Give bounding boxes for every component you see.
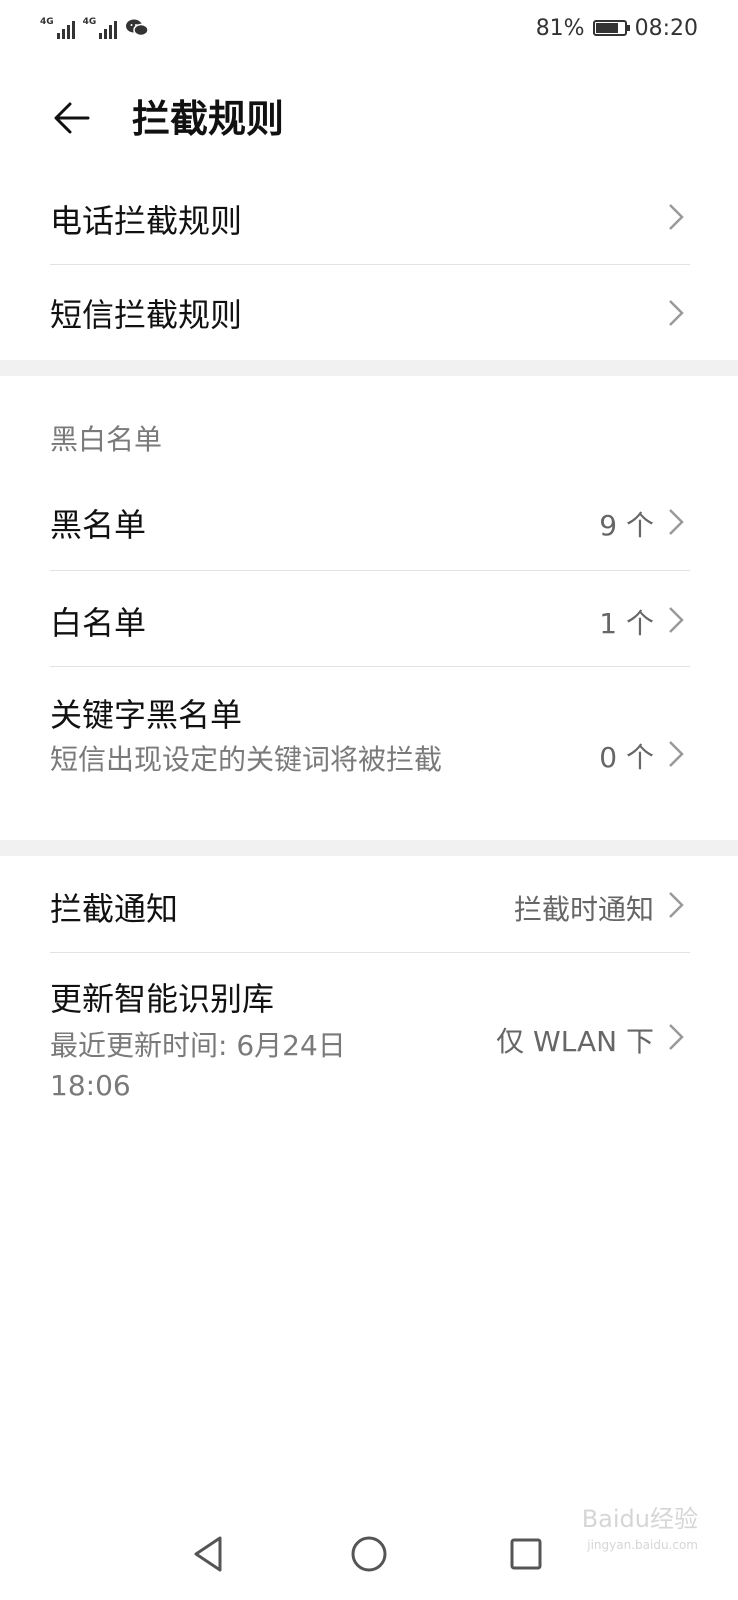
circle-home-icon [351,1536,387,1572]
divider [50,666,690,667]
call-rules-item[interactable]: 电话拦截规则 [0,172,738,264]
square-recents-icon [510,1538,542,1570]
battery-icon [592,20,630,36]
divider [50,264,690,265]
back-button[interactable] [44,90,100,146]
divider [50,570,690,571]
call-rules-label: 电话拦截规则 [50,202,243,240]
arrow-left-icon [54,102,90,134]
keyword-blacklist-label: 关键字黑名单 [50,696,243,734]
section-label-lists: 黑白名单 [50,423,163,456]
intercept-notification-item[interactable]: 拦截通知 拦截时通知 [0,856,738,952]
chevron-right-icon [669,892,684,918]
status-left: 4G 4G [40,17,150,39]
update-library-last-updated: 最近更新时间: 6月24日 18:06 [50,1029,346,1102]
keyword-blacklist-item[interactable]: 关键字黑名单 短信出现设定的关键词将被拦截 0 个 [0,668,738,838]
chevron-right-icon [669,1024,684,1050]
baidu-watermark: Baidu经验 jingyan.baidu.com [582,1506,698,1558]
nav-recents-button[interactable] [496,1524,556,1584]
status-bar: 4G 4G 81% 08:20 [0,0,738,56]
chevron-right-icon [669,300,684,326]
update-library-condition: 仅 WLAN 下 [496,1025,654,1058]
sms-rules-label: 短信拦截规则 [50,296,243,334]
chevron-right-icon [669,741,684,767]
page-title: 拦截规则 [132,97,285,141]
app-bar: 拦截规则 [0,70,738,160]
section-separator [0,360,738,376]
update-library-label: 更新智能识别库 [50,980,275,1018]
whitelist-count: 1 个 [599,607,654,640]
nav-back-button[interactable] [178,1524,238,1584]
blacklist-count: 9 个 [599,509,654,542]
status-right: 81% 08:20 [536,16,698,41]
blacklist-item[interactable]: 黑名单 9 个 [0,474,738,568]
watermark-url: jingyan.baidu.com [587,1538,698,1552]
update-library-item[interactable]: 更新智能识别库 最近更新时间: 6月24日 18:06 仅 WLAN 下 [0,954,738,1114]
blacklist-label: 黑名单 [50,506,147,544]
intercept-notification-label: 拦截通知 [50,890,179,928]
sms-rules-item[interactable]: 短信拦截规则 [0,266,738,358]
sim1-signal-icon: 4G [40,17,75,39]
status-time: 08:20 [634,15,698,41]
divider [50,952,690,953]
whitelist-label: 白名单 [50,604,147,642]
keyword-blacklist-count: 0 个 [599,741,654,774]
nav-home-button[interactable] [339,1524,399,1584]
triangle-back-icon [194,1536,222,1572]
section-separator [0,840,738,856]
keyword-blacklist-description: 短信出现设定的关键词将被拦截 [50,743,443,776]
sim2-signal-icon: 4G [83,17,118,39]
chevron-right-icon [669,509,684,535]
whitelist-item[interactable]: 白名单 1 个 [0,572,738,666]
battery-percent: 81% [535,15,585,41]
chevron-right-icon [669,204,684,230]
chevron-right-icon [669,607,684,633]
watermark-brand: Baidu经验 [581,1505,698,1533]
sim1-label: 4G [40,17,54,27]
wechat-icon [126,19,150,37]
intercept-notification-value: 拦截时通知 [513,893,654,926]
sim2-label: 4G [82,17,97,27]
